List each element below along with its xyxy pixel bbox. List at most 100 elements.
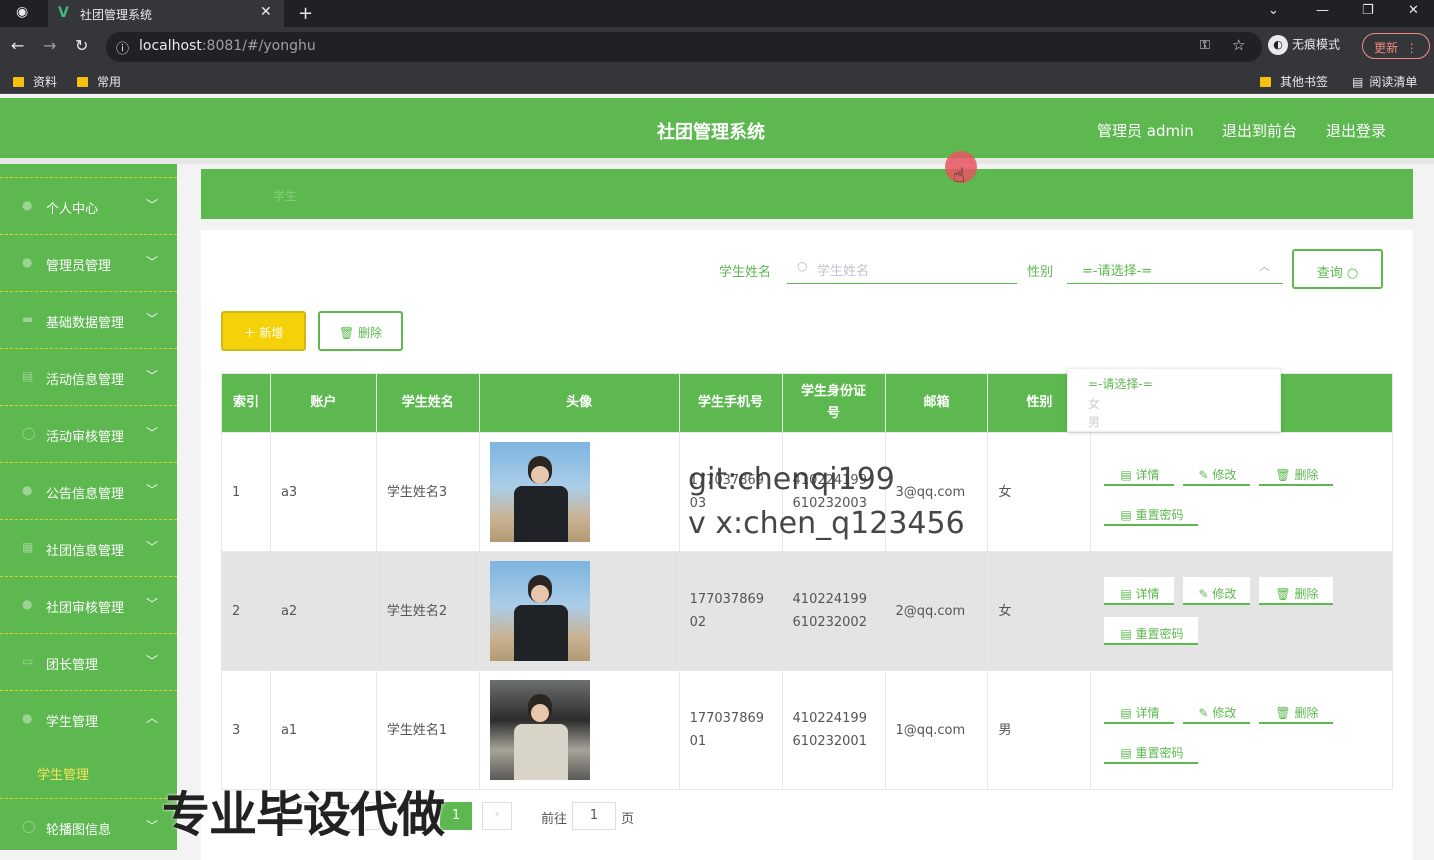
doc-icon: ▤ [1120, 706, 1132, 720]
update-button[interactable]: 更新 ⋮ [1362, 33, 1430, 59]
user-icon: ● [22, 198, 33, 212]
table-row: 3 a1 学生姓名1 177037869 01 410224199 61023200… [221, 670, 1393, 790]
address-bar[interactable]: ⓘ localhost:8081/#/yonghu ⚿ ☆ [106, 32, 1262, 62]
add-button[interactable]: ＋ 新增 [221, 311, 306, 351]
bookmark-folder-2[interactable]: 常用 [77, 73, 121, 90]
window-close-icon[interactable]: ✕ [1408, 3, 1419, 18]
column-header: 学生手机号 [678, 373, 783, 433]
table-row: 2 a2 学生姓名2 177037869 02 410224199 61023200… [221, 551, 1393, 671]
index-cell: 2 [221, 551, 271, 671]
reset-password-button[interactable]: ▤ 重置密码 [1104, 617, 1198, 645]
reset-password-button[interactable]: ▤ 重置密码 [1104, 736, 1198, 764]
doc-icon: ▤ [1120, 746, 1132, 760]
next-page-icon[interactable]: › [482, 802, 512, 830]
sidebar-item-club[interactable]: ▦ 社团信息管理 ﹀ [0, 519, 177, 576]
page-1-button[interactable]: 1 [440, 802, 472, 830]
browser-tab[interactable]: V 社团管理系统 ✕ [48, 0, 284, 27]
sidebar-item-admin[interactable]: ● 管理员管理 ﹀ [0, 234, 177, 291]
reading-list-icon: ▤ [1352, 75, 1364, 89]
pencil-icon: ✎ [1198, 706, 1209, 720]
gender-filter-label: 性别 [1027, 265, 1054, 280]
column-header: 学生身份证号 [781, 373, 886, 433]
review-icon: ◯ [22, 426, 36, 440]
avatar [489, 561, 590, 661]
reload-icon[interactable]: ↻ [75, 36, 88, 55]
gender-select[interactable]: =-请选择-= ︿ [1067, 250, 1283, 284]
sidebar-item-club-review[interactable]: ● 社团审核管理 ﹀ [0, 576, 177, 633]
chevron-down-icon: ﹀ [146, 312, 159, 326]
goto-label: 前往 [541, 812, 568, 827]
new-tab-button[interactable]: + [298, 3, 313, 24]
detail-button[interactable]: ▤ 详情 [1104, 577, 1174, 605]
vue-logo-icon: V [58, 5, 69, 21]
club-icon: ▦ [22, 540, 34, 554]
detail-button[interactable]: ▤ 详情 [1104, 458, 1174, 486]
bookmark-star-icon[interactable]: ☆ [1232, 36, 1245, 54]
forward-icon[interactable]: → [43, 36, 56, 55]
reset-password-button[interactable]: ▤ 重置密码 [1104, 498, 1198, 526]
pencil-icon: ✎ [1198, 587, 1209, 601]
reading-list[interactable]: ▤ 阅读清单 [1352, 73, 1417, 90]
trash-icon: 🗑 [338, 326, 355, 340]
other-bookmarks[interactable]: 其他书签 [1260, 73, 1328, 90]
folder-icon [13, 77, 24, 87]
delete-button[interactable]: 🗑 删除 [1259, 577, 1333, 605]
browser-menu-icon[interactable]: ◉ [16, 4, 28, 20]
incognito-icon: ◐ [1268, 35, 1288, 55]
search-icon: ○ [1346, 266, 1359, 281]
account-cell: a3 [269, 432, 377, 552]
detail-button[interactable]: ▤ 详情 [1104, 696, 1174, 724]
sidebar-subitem-student-manage[interactable]: 学生管理 [0, 750, 177, 798]
doc-icon: ▤ [1120, 627, 1132, 641]
chevron-down-icon: ﹀ [146, 654, 159, 668]
sidebar-item-carousel[interactable]: ◯ 轮播图信息 ﹀ [0, 798, 177, 855]
trash-icon: 🗑 [1275, 468, 1291, 482]
delete-button[interactable]: 🗑 删除 [1259, 696, 1333, 724]
edit-button[interactable]: ✎ 修改 [1182, 696, 1251, 724]
page-jump-input[interactable]: 1 [572, 802, 616, 830]
logout-link[interactable]: 退出登录 [1326, 120, 1386, 141]
tab-close-icon[interactable]: ✕ [260, 4, 272, 20]
sidebar-item-base-data[interactable]: ▬ 基础数据管理 ﹀ [0, 291, 177, 348]
edit-button[interactable]: ✎ 修改 [1182, 458, 1251, 486]
dropdown-option[interactable]: 女 [1088, 395, 1100, 412]
back-icon[interactable]: ← [11, 36, 24, 55]
back-to-front-link[interactable]: 退出到前台 [1222, 120, 1297, 141]
column-header: 头像 [478, 373, 680, 433]
page-unit-label: 页 [621, 812, 635, 827]
batch-delete-button[interactable]: 🗑 删除 [318, 311, 403, 351]
email-cell: 1@qq.com [884, 670, 989, 790]
name-cell: 学生姓名1 [375, 670, 480, 790]
incognito-indicator[interactable]: ◐ 无痕模式 [1268, 35, 1340, 55]
gender-cell: 女 [987, 432, 1092, 552]
sidebar-item-notice[interactable]: ● 公告信息管理 ﹀ [0, 462, 177, 519]
sidebar-item-activity-review[interactable]: ◯ 活动审核管理 ﹀ [0, 405, 177, 462]
doc-icon: ▤ [1120, 587, 1132, 601]
content-panel: 学生姓名 ○ 学生姓名 性别 =-请选择-= ︿ 查询 ○ ＋ 新增 🗑 删除 … [201, 230, 1413, 860]
tab-search-icon[interactable]: ⌄ [1268, 3, 1279, 18]
edit-button[interactable]: ✎ 修改 [1182, 577, 1251, 605]
name-search-input[interactable]: ○ 学生姓名 [787, 250, 1017, 284]
column-header: 索引 [221, 373, 271, 433]
doc-icon: ▤ [1120, 468, 1132, 482]
avatar-cell [478, 432, 680, 552]
watermark-text: v x:chen_q123456 [688, 506, 965, 541]
delete-button[interactable]: 🗑 删除 [1259, 458, 1333, 486]
gender-cell: 女 [987, 551, 1092, 671]
admin-icon: ● [22, 255, 33, 269]
restore-icon[interactable]: ❐ [1362, 3, 1374, 18]
key-icon[interactable]: ⚿ [1200, 38, 1210, 53]
browser-tabstrip: ◉ V 社团管理系统 ✕ + ⌄ — ❐ ✕ [0, 0, 1434, 27]
query-button[interactable]: 查询 ○ [1292, 249, 1383, 289]
sidebar-item-personal-center[interactable]: ● 个人中心 ﹀ [0, 177, 177, 234]
sidebar-item-activity[interactable]: ▤ 活动信息管理 ﹀ [0, 348, 177, 405]
sidebar-item-student[interactable]: ● 学生管理 ︿ [0, 690, 177, 747]
bookmark-folder-1[interactable]: 资料 [13, 73, 57, 90]
trash-icon: 🗑 [1275, 587, 1291, 601]
minimize-icon[interactable]: — [1316, 3, 1329, 18]
dropdown-option[interactable]: 男 [1088, 413, 1100, 430]
site-info-icon[interactable]: ⓘ [116, 38, 129, 57]
account-cell: a1 [269, 670, 377, 790]
sidebar-item-leader[interactable]: ▭ 团长管理 ﹀ [0, 633, 177, 690]
dropdown-option[interactable]: =-请选择-= [1088, 375, 1153, 392]
